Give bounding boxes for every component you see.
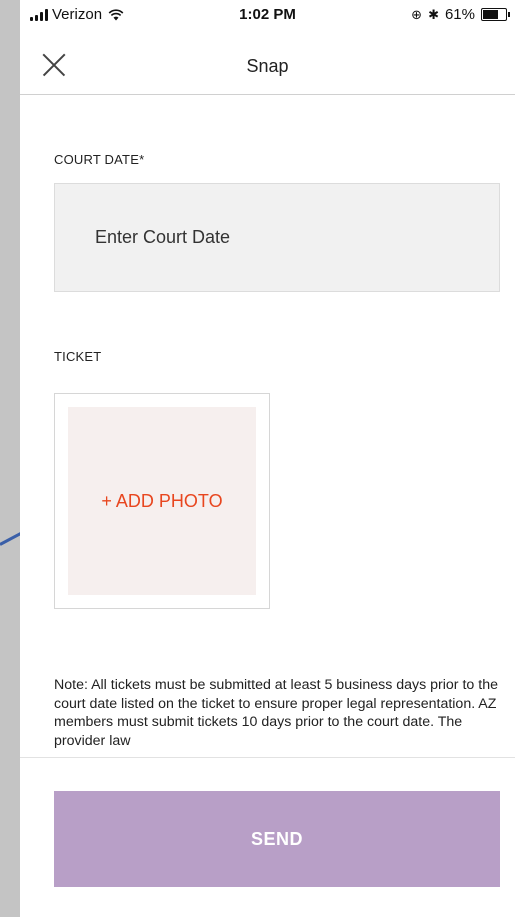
orientation-lock-icon: ⊕ <box>411 6 423 22</box>
nav-bar: Snap <box>20 28 515 95</box>
add-photo-label: + ADD PHOTO <box>101 490 223 511</box>
add-photo-button[interactable]: + ADD PHOTO <box>68 407 256 595</box>
send-button[interactable]: SEND <box>54 791 500 887</box>
status-bar: Verizon 1:02 PM ⊕ ✱ 61% <box>20 0 515 28</box>
bluetooth-icon: ✱ <box>428 6 439 22</box>
court-date-input[interactable]: Enter Court Date <box>54 183 500 292</box>
send-label: SEND <box>250 828 303 849</box>
page-title: Snap <box>246 56 289 76</box>
battery-icon <box>481 8 510 21</box>
divider <box>20 757 515 758</box>
battery-percent: 61% <box>444 6 475 23</box>
background-strip <box>0 0 20 917</box>
court-date-label: COURT DATE* <box>54 152 145 167</box>
status-right: ⊕ ✱ 61% <box>411 6 510 23</box>
ticket-label: TICKET <box>54 349 102 364</box>
ticket-photo-frame: + ADD PHOTO <box>54 393 270 609</box>
note-text: Note: All tickets must be submitted at l… <box>54 677 498 749</box>
court-date-placeholder: Enter Court Date <box>95 227 231 247</box>
phone-screen: Verizon 1:02 PM ⊕ ✱ 61% Snap COURT DATE*… <box>20 0 515 917</box>
battery-fill <box>483 10 498 19</box>
